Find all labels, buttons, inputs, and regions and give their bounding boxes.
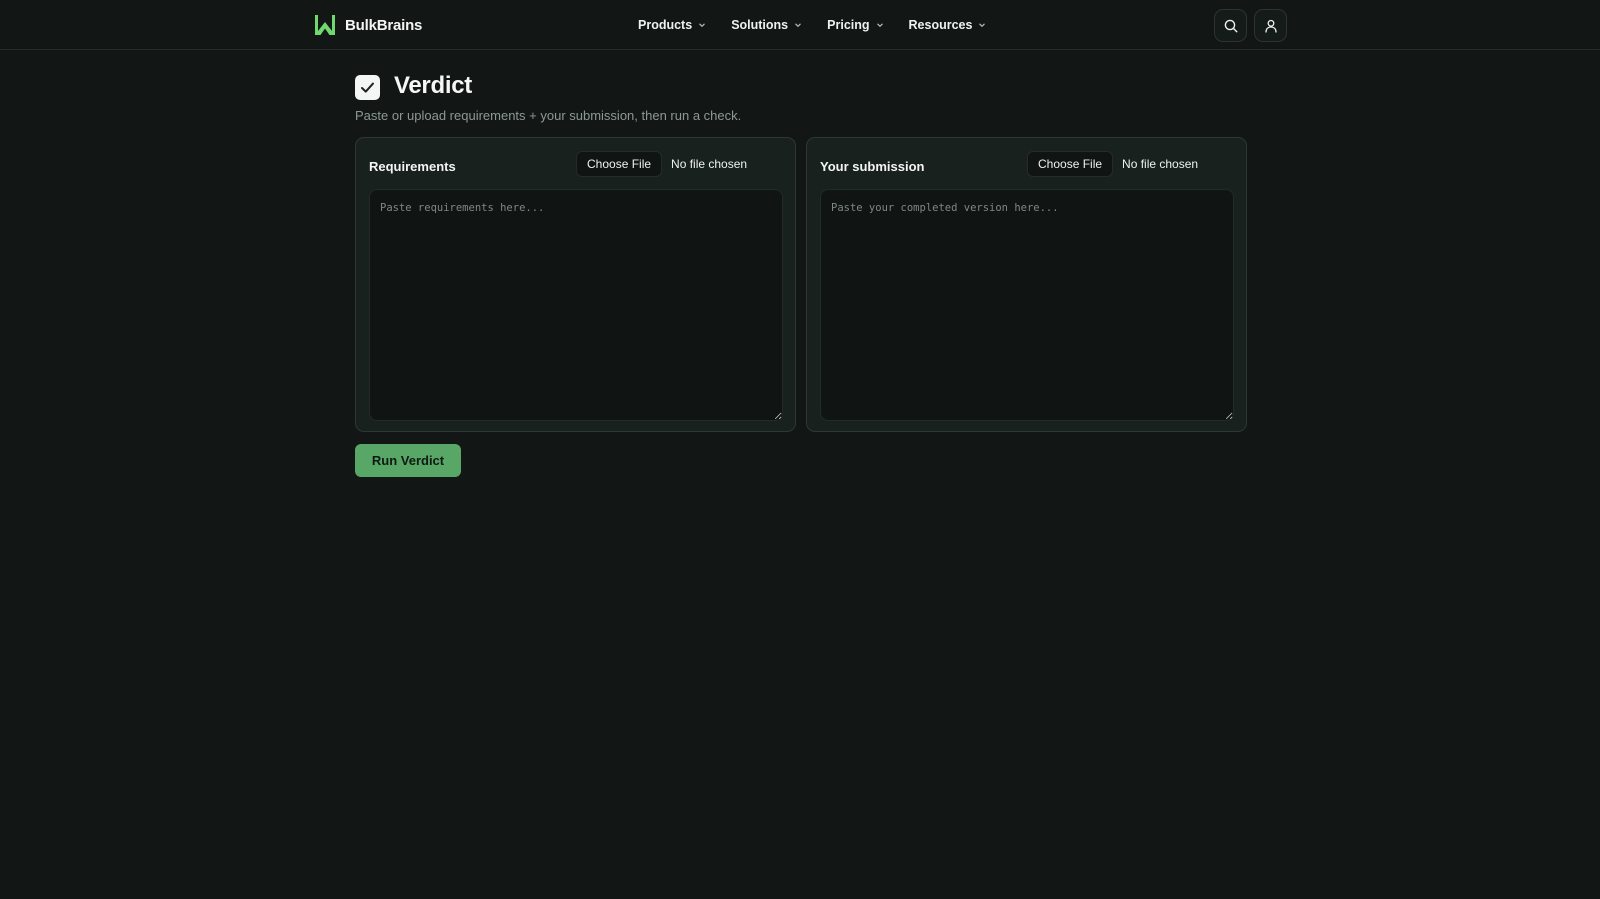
- nav-item-label: Pricing: [827, 18, 870, 32]
- requirements-title: Requirements: [369, 159, 456, 174]
- submission-title: Your submission: [820, 159, 925, 174]
- nav-item-label: Resources: [908, 18, 973, 32]
- checkbox-check-icon: [355, 75, 380, 100]
- requirements-file-picker: Choose File No file chosen: [576, 151, 747, 177]
- chevron-down-icon: [979, 23, 986, 28]
- search-button[interactable]: [1214, 9, 1247, 42]
- submission-panel: Your submission Choose File No file chos…: [806, 137, 1247, 432]
- title-row: Verdict: [355, 70, 1255, 102]
- account-button[interactable]: [1254, 9, 1287, 42]
- user-icon: [1264, 19, 1277, 33]
- nav-item-label: Products: [638, 18, 693, 32]
- requirements-textarea[interactable]: [369, 189, 783, 421]
- top-navigation-bar: BulkBrains Products Solutions Pricing Re…: [0, 0, 1600, 50]
- requirements-file-status: No file chosen: [671, 157, 748, 171]
- nav-item-label: Solutions: [731, 18, 789, 32]
- submission-file-status: No file chosen: [1122, 157, 1199, 171]
- chevron-down-icon: [876, 23, 883, 28]
- search-icon: [1224, 19, 1237, 32]
- run-verdict-button[interactable]: Run Verdict: [355, 444, 461, 477]
- panel-header: Your submission Choose File No file chos…: [820, 150, 1233, 180]
- nav-item-solutions[interactable]: Solutions: [731, 18, 802, 32]
- submission-choose-file-button[interactable]: Choose File: [1027, 151, 1114, 177]
- page-title: Verdict: [394, 72, 472, 99]
- main-nav: Products Solutions Pricing Resources: [638, 14, 1011, 36]
- requirements-panel: Requirements Choose File No file chosen: [355, 137, 796, 432]
- panel-header: Requirements Choose File No file chosen: [369, 150, 782, 180]
- brand-name: BulkBrains: [345, 16, 423, 34]
- brand-home-link[interactable]: BulkBrains: [313, 12, 422, 38]
- page-header: Verdict Paste or upload requirements + y…: [355, 70, 1255, 123]
- requirements-choose-file-button[interactable]: Choose File: [576, 151, 663, 177]
- nav-item-pricing[interactable]: Pricing: [827, 18, 883, 32]
- submission-file-picker: Choose File No file chosen: [1027, 151, 1198, 177]
- chevron-down-icon: [699, 23, 706, 28]
- nav-item-resources[interactable]: Resources: [909, 18, 987, 32]
- nav-item-products[interactable]: Products: [638, 18, 706, 32]
- submission-textarea[interactable]: [820, 189, 1234, 421]
- bulkbrains-logo-icon: [315, 15, 335, 35]
- page-subtitle: Paste or upload requirements + your subm…: [355, 108, 742, 123]
- chevron-down-icon: [795, 23, 802, 28]
